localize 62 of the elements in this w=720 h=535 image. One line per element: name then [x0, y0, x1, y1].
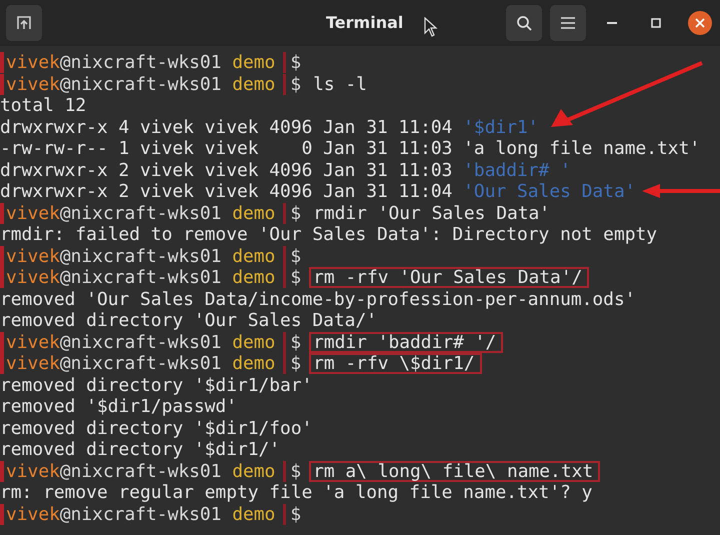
- mouse-pointer-icon: [424, 17, 438, 37]
- directory-name: 'Our Sales Data': [463, 181, 636, 202]
- command-text: ls -l: [312, 74, 368, 94]
- command-text: rmdir 'Our Sales Data': [312, 202, 552, 224]
- close-button[interactable]: [688, 11, 712, 35]
- new-tab-icon: [16, 15, 32, 31]
- prompt-user: vivek: [0, 246, 60, 266]
- command-text: rm -rfv \$dir1/: [309, 353, 482, 374]
- command-text: rm -rfv 'Our Sales Data'/: [309, 267, 590, 288]
- prompt-user: vivek: [0, 504, 60, 524]
- prompt-user: vivek: [0, 353, 60, 374]
- new-tab-button[interactable]: [6, 5, 42, 41]
- search-button[interactable]: [506, 5, 542, 41]
- command-text: rmdir 'baddir# '/: [309, 332, 504, 352]
- prompt-directory: demo: [232, 504, 276, 524]
- output-line: rm: remove regular empty file 'a long file name.txt'? y: [0, 482, 592, 503]
- prompt-user: vivek: [0, 52, 60, 73]
- output-line: removed 'Our Sales Data/income-by-profession-per-annum.ods': [0, 288, 636, 310]
- prompt-host: @nixcraft-wks01: [60, 74, 222, 94]
- prompt-user: vivek: [0, 267, 60, 288]
- prompt-directory: demo: [232, 74, 276, 94]
- file-info: drwxrwxr-x 2 vivek vivek 4096 Jan 31 11:03: [0, 160, 454, 180]
- maximize-icon: [651, 18, 661, 28]
- output-line: total 12: [0, 95, 86, 116]
- output-line: removed directory '$dir1/': [0, 439, 280, 460]
- prompt-directory: demo: [232, 52, 276, 73]
- directory-name: 'baddir# ': [463, 160, 571, 181]
- directory-name: '$dir1': [463, 116, 539, 138]
- output-line: rmdir: failed to remove 'Our Sales Data': Directory not empty: [0, 224, 658, 245]
- prompt-directory: demo: [232, 202, 276, 224]
- menu-icon: [561, 17, 575, 29]
- command-text: rm a\ long\ file\ name.txt: [309, 460, 600, 482]
- prompt-directory: demo: [232, 246, 276, 266]
- file-info: -rw-rw-r-- 1 vivek vivek 0 Jan 31 11:03: [0, 138, 454, 159]
- prompt-directory: demo: [232, 460, 276, 482]
- prompt-directory: demo: [232, 332, 276, 352]
- prompt-host: @nixcraft-wks01: [60, 267, 222, 288]
- prompt-host: @nixcraft-wks01: [60, 332, 222, 352]
- prompt-host: @nixcraft-wks01: [60, 202, 222, 224]
- prompt-directory: demo: [232, 353, 276, 374]
- prompt-host: @nixcraft-wks01: [60, 504, 222, 524]
- minimize-icon: [607, 22, 617, 24]
- search-icon: [516, 15, 532, 31]
- prompt-directory: demo: [232, 267, 276, 288]
- file-name: 'a long file name.txt': [463, 138, 700, 160]
- prompt-host: @nixcraft-wks01: [60, 460, 222, 482]
- window-title: Terminal: [326, 13, 404, 32]
- prompt-host: @nixcraft-wks01: [60, 353, 222, 374]
- prompt-host: @nixcraft-wks01: [60, 52, 222, 73]
- prompt-user: vivek: [0, 74, 60, 94]
- prompt-host: @nixcraft-wks01: [60, 246, 222, 266]
- prompt-user: vivek: [0, 460, 60, 482]
- file-info: drwxrwxr-x 2 vivek vivek 4096 Jan 31 11:04: [0, 181, 454, 202]
- output-line: removed '$dir1/passwd': [0, 396, 237, 417]
- output-line: removed directory '$dir1/foo': [0, 418, 312, 438]
- prompt-user: vivek: [0, 202, 60, 224]
- file-info: drwxrwxr-x 4 vivek vivek 4096 Jan 31 11:04: [0, 116, 454, 138]
- output-line: removed directory '$dir1/bar': [0, 374, 312, 396]
- prompt-user: vivek: [0, 332, 60, 352]
- output-line: removed directory 'Our Sales Data/': [0, 310, 377, 331]
- close-icon: [695, 18, 705, 28]
- menu-button[interactable]: [550, 5, 586, 41]
